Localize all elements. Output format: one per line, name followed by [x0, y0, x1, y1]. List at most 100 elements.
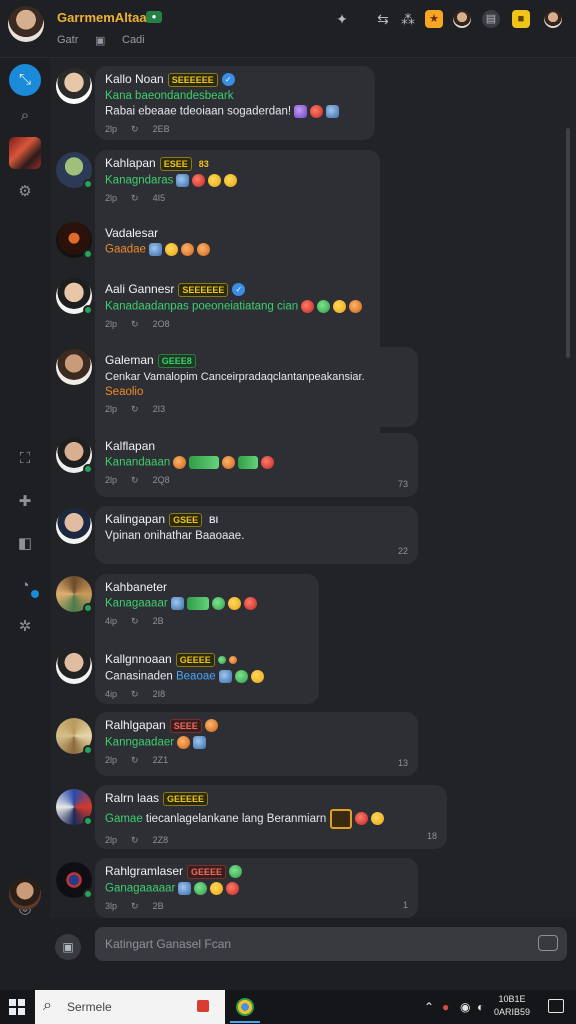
- reply-icon[interactable]: ↻: [131, 193, 139, 203]
- reply-icon[interactable]: ↻: [131, 124, 139, 134]
- avatar[interactable]: [56, 862, 93, 899]
- author-name[interactable]: Kahlapan: [105, 156, 156, 170]
- author-name[interactable]: Ralrn laas: [105, 791, 159, 805]
- message-text: Gaadae: [105, 243, 146, 256]
- author-name[interactable]: Kallgnnoaan: [105, 652, 172, 666]
- server-icon[interactable]: [9, 137, 41, 169]
- profile-avatar[interactable]: [8, 6, 44, 42]
- taskbar-search-text: Sermele: [67, 1000, 112, 1014]
- reply-icon[interactable]: ↻: [131, 835, 139, 845]
- members-icon[interactable]: ▣: [95, 34, 105, 47]
- emoji-icon: [208, 173, 222, 187]
- notification-center-icon[interactable]: [548, 999, 564, 1013]
- online-status-badge: ●: [146, 11, 162, 23]
- threads-icon[interactable]: ⇆: [374, 10, 392, 28]
- avatar[interactable]: [56, 576, 93, 613]
- message-composer: ▣: [0, 918, 576, 990]
- author-name[interactable]: Rahlgramlaser: [105, 864, 183, 878]
- author-name[interactable]: Kahbaneter: [105, 580, 309, 594]
- tray-app-icon[interactable]: ●: [442, 1000, 449, 1014]
- search-icon[interactable]: ⌕: [9, 100, 41, 132]
- screen-share-icon[interactable]: ⛶: [9, 443, 41, 475]
- message-meta: 2Z8: [152, 834, 169, 845]
- message-text: Ganagaaaaar: [105, 882, 176, 895]
- verified-icon: ✓: [221, 73, 235, 87]
- scrollbar[interactable]: [566, 128, 570, 358]
- tray-chevron-icon[interactable]: ⌃: [424, 1000, 434, 1014]
- message-input[interactable]: [95, 927, 567, 961]
- message-text: Vpinan onihathar Baaoaae.: [105, 529, 245, 542]
- avatar[interactable]: [56, 508, 92, 544]
- sticker-icon: [189, 456, 220, 469]
- online-indicator: [83, 745, 93, 755]
- message-meta: 2lp: [105, 123, 118, 134]
- emoji-icon: [243, 597, 257, 610]
- avatar[interactable]: [56, 222, 93, 259]
- reply-icon[interactable]: ↻: [131, 404, 139, 414]
- user-profile-icon[interactable]: [453, 10, 471, 28]
- reply-icon[interactable]: ↻: [131, 689, 139, 699]
- online-indicator: [83, 305, 93, 315]
- message-bubble: Kalingapan GSEE BI Vpinan onihathar Baaoaa…: [95, 506, 418, 564]
- gear-icon[interactable]: ✲: [9, 611, 41, 643]
- reply-icon[interactable]: ↻: [131, 755, 139, 765]
- header-subtitle-link[interactable]: Cadi: [122, 34, 145, 46]
- sticker-picker-icon[interactable]: [538, 935, 558, 951]
- role-badge: GEEE8: [157, 353, 196, 368]
- gift-icon[interactable]: ★: [425, 10, 443, 28]
- message-meta: 2I3: [152, 403, 166, 414]
- inbox-icon[interactable]: ◧: [9, 528, 41, 560]
- avatar[interactable]: [56, 789, 93, 826]
- emoji-icon: [250, 669, 264, 683]
- app-icon[interactable]: [197, 1000, 209, 1012]
- message-text: Canasinaden: [105, 670, 173, 683]
- direct-messages-icon[interactable]: ⤡: [9, 64, 41, 96]
- avatar[interactable]: [56, 718, 93, 755]
- help-icon[interactable]: ◔: [9, 570, 41, 602]
- pin-icon[interactable]: ✦: [333, 10, 351, 28]
- avatar[interactable]: [56, 152, 93, 189]
- avatar[interactable]: [56, 68, 92, 104]
- message-text: Kana baeondandesbeark: [105, 89, 234, 102]
- author-name[interactable]: Kallo Noan: [105, 72, 164, 86]
- taskbar-search[interactable]: ⌕ Sermele: [35, 990, 225, 1024]
- volume-icon[interactable]: ◐: [477, 1000, 484, 1014]
- start-menu-icon[interactable]: [9, 999, 25, 1015]
- author-name[interactable]: Kalflapan: [105, 439, 408, 453]
- help-icon[interactable]: ■: [512, 10, 530, 28]
- emoji-icon: [229, 865, 243, 879]
- reply-icon[interactable]: ↻: [131, 901, 139, 911]
- network-icon[interactable]: ◉: [460, 1000, 470, 1014]
- message-link[interactable]: Beaoae: [176, 670, 216, 682]
- reply-icon[interactable]: ↻: [131, 319, 139, 329]
- online-indicator: [83, 464, 93, 474]
- author-name[interactable]: Kalingapan: [105, 512, 165, 526]
- pin-icon[interactable]: ✚: [9, 486, 41, 518]
- emoji-icon: [148, 243, 162, 256]
- author-name[interactable]: Ralhlgapan: [105, 718, 166, 732]
- avatar[interactable]: [56, 278, 93, 315]
- self-avatar[interactable]: [9, 878, 41, 910]
- avatar[interactable]: [56, 648, 92, 684]
- settings-icon[interactable]: ⚙: [9, 176, 41, 208]
- message-meta: 2EB: [152, 123, 170, 134]
- emoji-icon: [170, 597, 184, 610]
- message-text: Kanagndaras: [105, 174, 174, 187]
- message-list[interactable]: Kallo Noan SEEEEEE ✓ Kana baeondandesbeark…: [50, 58, 576, 918]
- reply-icon[interactable]: ↻: [131, 616, 139, 626]
- emoji-icon: [218, 669, 232, 683]
- message-bubble: Kallo Noan SEEEEEE ✓ Kana baeondandesbeark…: [95, 66, 375, 140]
- inbox-icon[interactable]: ▤: [482, 10, 500, 28]
- browser-icon[interactable]: [236, 998, 254, 1016]
- author-name[interactable]: Galeman: [105, 353, 154, 367]
- avatar[interactable]: [56, 349, 92, 385]
- emoji-icon: [333, 299, 347, 313]
- author-name[interactable]: Vadalesar: [105, 226, 365, 240]
- avatar[interactable]: [56, 437, 93, 474]
- reply-icon[interactable]: ↻: [131, 475, 139, 485]
- author-name[interactable]: Aali Gannesr: [105, 282, 174, 296]
- account-avatar-icon[interactable]: [544, 10, 562, 28]
- attach-button[interactable]: ▣: [55, 934, 81, 960]
- system-clock[interactable]: 10B1E 0ARIB59: [494, 993, 530, 1019]
- notification-icon[interactable]: ⁂: [399, 10, 417, 28]
